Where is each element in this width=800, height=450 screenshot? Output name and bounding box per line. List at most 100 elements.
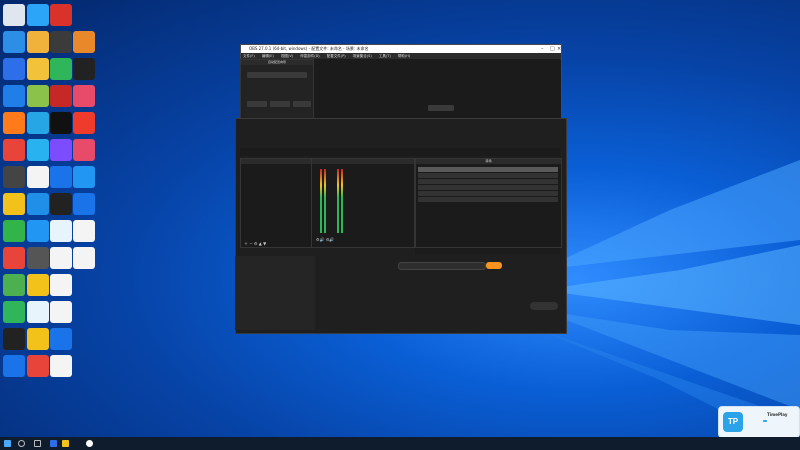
desktop-shortcut-icon[interactable] bbox=[50, 220, 72, 242]
desktop-shortcut-icon[interactable] bbox=[73, 193, 95, 215]
desktop-shortcut-icon[interactable] bbox=[50, 58, 72, 80]
url-input[interactable] bbox=[398, 262, 486, 270]
desktop-shortcut-icon[interactable] bbox=[50, 112, 72, 134]
desktop-shortcut-icon[interactable] bbox=[3, 85, 25, 107]
desktop-shortcut-icon[interactable] bbox=[50, 85, 72, 107]
menu-scene-collection[interactable]: 场景集合(S) bbox=[353, 54, 372, 58]
desktop-shortcut-icon[interactable] bbox=[27, 166, 49, 188]
windows-start-icon[interactable] bbox=[4, 440, 11, 447]
menu-view[interactable]: 视图(V) bbox=[281, 54, 293, 58]
desktop-shortcut-icon[interactable] bbox=[3, 220, 25, 242]
mixer-controls-icon[interactable]: ⚙🔊 ⚙🔊 bbox=[316, 237, 334, 242]
transition-item[interactable] bbox=[418, 191, 558, 196]
desktop-shortcut-icon[interactable] bbox=[27, 112, 49, 134]
taskbar bbox=[0, 437, 800, 450]
desktop-shortcut-icon[interactable] bbox=[27, 4, 49, 26]
desktop-shortcut-icon[interactable] bbox=[73, 58, 95, 80]
desktop-shortcut-icon[interactable] bbox=[50, 31, 72, 53]
desktop-shortcut-icon[interactable] bbox=[50, 355, 72, 377]
wallpaper-light-rays bbox=[540, 160, 800, 420]
taskbar-app-icon[interactable] bbox=[50, 440, 57, 447]
volume-meter bbox=[324, 169, 326, 233]
menu-docks[interactable]: 停靠部件(D) bbox=[300, 54, 319, 58]
desktop-shortcut-icon[interactable] bbox=[50, 328, 72, 350]
desktop-shortcut-icon[interactable] bbox=[3, 166, 25, 188]
desktop-shortcut-icon[interactable] bbox=[27, 220, 49, 242]
notification-subtitle bbox=[763, 420, 767, 422]
add-remove-controls[interactable]: ＋ − ⚙ ▲ ▼ bbox=[244, 241, 266, 247]
desktop-shortcut-icon[interactable] bbox=[73, 166, 95, 188]
wizard-run-button[interactable] bbox=[247, 72, 307, 78]
menu-edit[interactable]: 编辑(E) bbox=[262, 54, 274, 58]
desktop-shortcut-icon[interactable] bbox=[27, 355, 49, 377]
notification-card[interactable]: TP TimePlay bbox=[718, 406, 800, 438]
preview-button[interactable] bbox=[428, 105, 454, 111]
transition-item[interactable] bbox=[418, 179, 558, 184]
desktop-shortcut-icon[interactable] bbox=[73, 85, 95, 107]
start-live-button[interactable] bbox=[530, 302, 558, 310]
desktop-shortcut-icon[interactable] bbox=[3, 355, 25, 377]
task-view-icon[interactable] bbox=[34, 440, 41, 447]
desktop-shortcut-icon[interactable] bbox=[50, 247, 72, 269]
desktop-shortcut-icon[interactable] bbox=[50, 301, 72, 323]
maximize-button[interactable]: □ bbox=[550, 45, 555, 53]
notification-title: TimePlay bbox=[767, 412, 788, 417]
transition-item[interactable] bbox=[418, 197, 558, 202]
obs-titlebar[interactable]: OBS 27.0.1 (64-bit, windows) - 配置文件: 未命名… bbox=[241, 45, 561, 53]
obs-taskbar-icon[interactable] bbox=[86, 440, 93, 447]
desktop-shortcut-icon[interactable] bbox=[27, 85, 49, 107]
close-button[interactable]: × bbox=[557, 45, 561, 53]
desktop-shortcut-icon[interactable] bbox=[3, 274, 25, 296]
desktop-shortcut-icon[interactable] bbox=[73, 112, 95, 134]
desktop-shortcut-icon[interactable] bbox=[50, 274, 72, 296]
transition-item[interactable] bbox=[418, 173, 558, 178]
desktop-shortcut-icon[interactable] bbox=[3, 328, 25, 350]
menu-profile[interactable]: 配置文件(P) bbox=[327, 54, 346, 58]
desktop-shortcut-icon[interactable] bbox=[27, 193, 49, 215]
sources-panel: ＋ − ⚙ ▲ ▼ bbox=[240, 158, 312, 248]
minimize-button[interactable]: – bbox=[541, 45, 544, 53]
desktop-shortcut-icon[interactable] bbox=[27, 31, 49, 53]
go-button[interactable] bbox=[486, 262, 502, 269]
button-c[interactable] bbox=[293, 101, 311, 107]
desktop-shortcut-icon[interactable] bbox=[27, 328, 49, 350]
transition-item[interactable] bbox=[418, 167, 558, 172]
studio-mode-bar bbox=[240, 148, 560, 156]
desktop-shortcut-icon[interactable] bbox=[3, 31, 25, 53]
desktop-shortcut-icon[interactable] bbox=[50, 166, 72, 188]
desktop-shortcut-icon[interactable] bbox=[3, 301, 25, 323]
taskbar-app-icon[interactable] bbox=[62, 440, 69, 447]
timeplay-logo: TP bbox=[723, 412, 743, 432]
desktop-shortcut-icon[interactable] bbox=[27, 274, 49, 296]
transition-item[interactable] bbox=[418, 185, 558, 190]
desktop-shortcut-icon[interactable] bbox=[73, 139, 95, 161]
desktop-shortcut-icon[interactable] bbox=[3, 247, 25, 269]
desktop-shortcut-icon[interactable] bbox=[27, 247, 49, 269]
mixer-header bbox=[312, 159, 414, 164]
desktop-shortcut-icon[interactable] bbox=[27, 139, 49, 161]
toolbar-row bbox=[358, 298, 558, 316]
volume-meter bbox=[320, 169, 322, 233]
desktop-shortcut-icon[interactable] bbox=[3, 4, 25, 26]
desktop-shortcut-icon[interactable] bbox=[3, 112, 25, 134]
desktop-shortcut-icon[interactable] bbox=[50, 4, 72, 26]
menu-file[interactable]: 文件(F) bbox=[243, 54, 255, 58]
desktop-shortcut-icon[interactable] bbox=[73, 31, 95, 53]
desktop-shortcut-icon[interactable] bbox=[73, 220, 95, 242]
button-a[interactable] bbox=[247, 101, 267, 107]
desktop-shortcut-icon[interactable] bbox=[3, 193, 25, 215]
desktop-shortcut-icon[interactable] bbox=[27, 58, 49, 80]
desktop-shortcut-icon[interactable] bbox=[3, 139, 25, 161]
search-icon[interactable] bbox=[18, 440, 25, 447]
button-b[interactable] bbox=[270, 101, 290, 107]
desktop-shortcut-icon[interactable] bbox=[50, 193, 72, 215]
wizard-dock-title: 自动配置向导 bbox=[241, 60, 313, 65]
obs-title: OBS 27.0.1 (64-bit, windows) - 配置文件: 未命名… bbox=[249, 46, 369, 51]
desktop-shortcut-icon[interactable] bbox=[50, 139, 72, 161]
desktop-shortcut-icon[interactable] bbox=[27, 301, 49, 323]
menu-tools[interactable]: 工具(T) bbox=[379, 54, 391, 58]
desktop-shortcut-icon[interactable] bbox=[73, 247, 95, 269]
volume-meter bbox=[337, 169, 339, 233]
desktop-shortcut-icon[interactable] bbox=[3, 58, 25, 80]
menu-help[interactable]: 帮助(H) bbox=[398, 54, 410, 58]
